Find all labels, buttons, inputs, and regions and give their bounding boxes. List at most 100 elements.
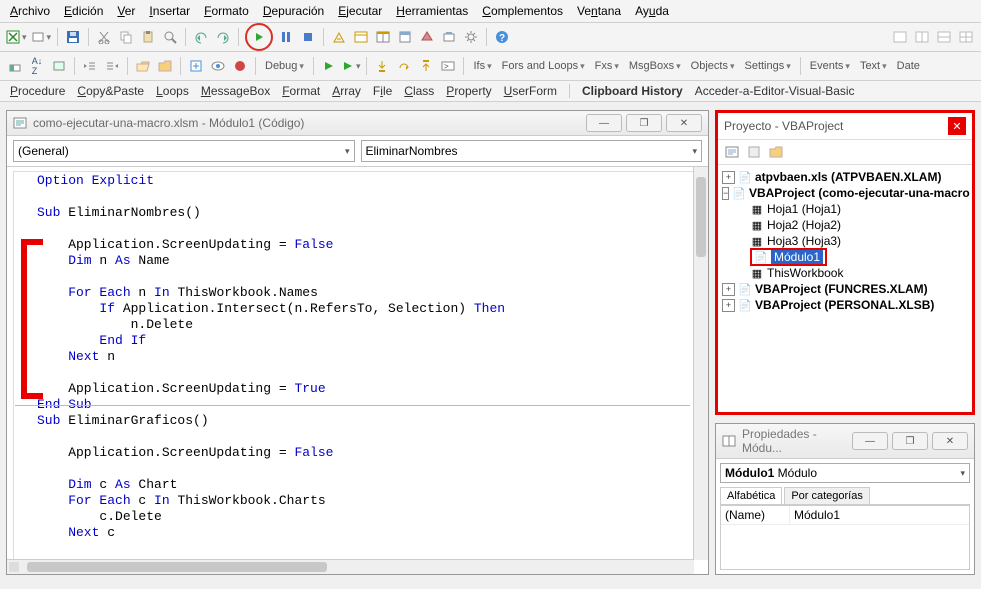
code-editor[interactable]: Option Explicit Sub EliminarNombres() Ap… (7, 166, 708, 574)
tab-categorized[interactable]: Por categorías (784, 487, 870, 504)
prop-restore-button[interactable]: ❐ (892, 432, 928, 450)
undo-icon[interactable] (192, 28, 210, 46)
help-icon[interactable]: ? (493, 28, 511, 46)
copy-icon[interactable] (117, 28, 135, 46)
properties-object-combo[interactable]: Módulo1 Módulo▾ (720, 463, 970, 483)
object-combo[interactable]: (General)▾ (13, 140, 355, 162)
snip-userform[interactable]: UserForm (504, 84, 557, 98)
object-browser-icon[interactable] (396, 28, 414, 46)
snip-format[interactable]: Format (282, 84, 320, 98)
run-menu-icon[interactable] (342, 57, 361, 75)
msgbox-menu[interactable]: MsgBoxs (626, 57, 684, 75)
collapse-icon[interactable]: − (722, 187, 729, 200)
step-out-icon[interactable] (417, 57, 435, 75)
sort-az-icon[interactable]: A↓Z (28, 57, 46, 75)
references-icon[interactable] (440, 28, 458, 46)
view-object-icon[interactable] (746, 144, 762, 160)
fullmodule-view-icon[interactable] (9, 562, 19, 572)
text-menu[interactable]: Text (857, 57, 890, 75)
tab-alphabetic[interactable]: Alfabética (720, 487, 782, 504)
snip-messagebox[interactable]: MessageBox (201, 84, 270, 98)
run-button-highlighted[interactable] (245, 23, 273, 51)
menu-ventana[interactable]: Ventana (577, 4, 621, 18)
vertical-scrollbar[interactable] (693, 167, 708, 560)
project-explorer-icon[interactable] (352, 28, 370, 46)
menu-formato[interactable]: Formato (204, 4, 249, 18)
snip-class[interactable]: Class (404, 84, 434, 98)
properties-window-icon[interactable] (374, 28, 392, 46)
date-menu[interactable]: Date (894, 57, 923, 75)
expand-icon[interactable]: + (722, 283, 735, 296)
debug-menu[interactable]: Debug (262, 57, 307, 75)
menu-depuracion[interactable]: Depuración (263, 4, 324, 18)
close-button[interactable]: ✕ (666, 114, 702, 132)
toggle-folders-icon[interactable] (768, 144, 784, 160)
prop-minimize-button[interactable]: — (852, 432, 888, 450)
fxs-menu[interactable]: Fxs (592, 57, 622, 75)
stop-debug-icon[interactable] (231, 57, 249, 75)
redo-icon[interactable] (214, 28, 232, 46)
compile-icon[interactable] (187, 57, 205, 75)
insert-icon[interactable] (31, 28, 52, 46)
run-sub-icon[interactable] (320, 57, 338, 75)
save-icon[interactable] (64, 28, 82, 46)
menu-edicion[interactable]: Edición (64, 4, 103, 18)
snip-loops[interactable]: Loops (156, 84, 189, 98)
break-icon[interactable] (277, 28, 295, 46)
window-layout-3-icon[interactable] (935, 28, 953, 46)
properties-grid[interactable]: (Name)Módulo1 (720, 505, 970, 570)
outdent-icon[interactable] (81, 57, 99, 75)
immediate-icon[interactable]: > (439, 57, 457, 75)
ifs-menu[interactable]: Ifs (470, 57, 494, 75)
window-layout-4-icon[interactable] (957, 28, 975, 46)
code-window-titlebar[interactable]: como-ejecutar-una-macro.xlsm - Módulo1 (… (7, 111, 708, 136)
paste-icon[interactable] (139, 28, 157, 46)
snip-procedure[interactable]: Procedure (10, 84, 65, 98)
window-layout-1-icon[interactable] (891, 28, 909, 46)
objects-menu[interactable]: Objects (688, 57, 738, 75)
restore-button[interactable]: ❐ (626, 114, 662, 132)
minimize-button[interactable]: — (586, 114, 622, 132)
step-into-icon[interactable] (373, 57, 391, 75)
horizontal-scrollbar[interactable] (7, 559, 694, 574)
menu-archivo[interactable]: AArchivorchivo (10, 4, 50, 18)
settings-menu[interactable]: Settings (741, 57, 793, 75)
settings-icon[interactable] (462, 28, 480, 46)
menu-ver[interactable]: Ver (117, 4, 135, 18)
menu-ejecutar[interactable]: Ejecutar (338, 4, 382, 18)
prop-close-button[interactable]: ✕ (932, 432, 968, 450)
snip-array[interactable]: Array (332, 84, 361, 98)
folder-icon[interactable] (156, 57, 174, 75)
menu-herramientas[interactable]: Herramientas (396, 4, 468, 18)
expand-icon[interactable]: + (722, 299, 735, 312)
menu-insertar[interactable]: Insertar (149, 4, 190, 18)
project-tree[interactable]: +📄atpvbaen.xls (ATPVBAEN.XLAM) −📄VBAProj… (718, 165, 972, 412)
events-menu[interactable]: Events (807, 57, 853, 75)
selected-module[interactable]: 📄Módulo1 (750, 248, 827, 266)
menu-complementos[interactable]: Complementos (482, 4, 563, 18)
indent-icon[interactable] (103, 57, 121, 75)
step-over-icon[interactable] (395, 57, 413, 75)
snip-copypaste[interactable]: Copy&Paste (77, 84, 144, 98)
tb2-icon-1[interactable] (6, 57, 24, 75)
code-text[interactable]: Option Explicit Sub EliminarNombres() Ap… (37, 173, 692, 568)
find-icon[interactable] (161, 28, 179, 46)
clipboard-item[interactable]: Acceder-a-Editor-Visual-Basic (695, 84, 855, 98)
snip-property[interactable]: Property (446, 84, 491, 98)
reset-icon[interactable] (299, 28, 317, 46)
project-explorer-close-icon[interactable]: ✕ (948, 117, 966, 135)
prop-name-value[interactable]: Módulo1 (790, 506, 844, 524)
procedure-combo[interactable]: EliminarNombres▾ (361, 140, 703, 162)
window-layout-2-icon[interactable] (913, 28, 931, 46)
watch-icon[interactable] (209, 57, 227, 75)
excel-view-icon[interactable] (6, 28, 27, 46)
expand-icon[interactable]: + (722, 171, 735, 184)
cut-icon[interactable] (95, 28, 113, 46)
toolbox-icon[interactable] (418, 28, 436, 46)
menu-ayuda[interactable]: Ayuda (635, 4, 669, 18)
view-code-icon[interactable] (724, 144, 740, 160)
snip-file[interactable]: File (373, 84, 392, 98)
design-mode-icon[interactable] (330, 28, 348, 46)
folder-open-icon[interactable] (134, 57, 152, 75)
tb2-icon-3[interactable] (50, 57, 68, 75)
